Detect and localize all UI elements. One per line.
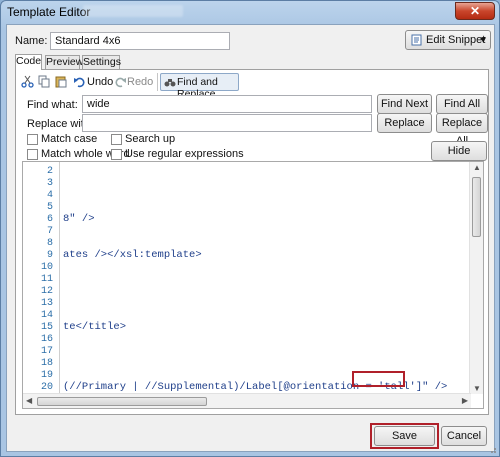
match-whole-word-checkbox[interactable] bbox=[27, 149, 38, 160]
line-number: 11 bbox=[40, 274, 53, 285]
line-number: 7 bbox=[46, 226, 53, 237]
line-number: 13 bbox=[40, 298, 53, 309]
find-what-input[interactable]: wide bbox=[82, 95, 372, 113]
line-number: 9 bbox=[46, 250, 53, 261]
chevron-down-icon: ▾ bbox=[480, 34, 486, 46]
line-number: 20 bbox=[40, 382, 53, 393]
line-number: 19 bbox=[40, 370, 53, 381]
close-button[interactable]: ✕ bbox=[455, 2, 495, 20]
title-bar[interactable]: Template Editor ✕ bbox=[1, 1, 499, 23]
redo-button[interactable]: Redo bbox=[127, 74, 153, 90]
use-regex-label: Use regular expressions bbox=[125, 148, 244, 160]
replace-button[interactable]: Replace bbox=[377, 113, 432, 133]
find-what-label: Find what: bbox=[27, 99, 78, 111]
line-number: 8 bbox=[46, 238, 53, 249]
name-input[interactable]: Standard 4x6 bbox=[50, 32, 230, 50]
toolbar-divider bbox=[157, 73, 158, 91]
highlight-annotation bbox=[352, 371, 405, 387]
paste-icon[interactable] bbox=[55, 75, 68, 88]
code-line: te</title> bbox=[63, 321, 127, 333]
cut-icon[interactable] bbox=[21, 75, 34, 88]
use-regex-checkbox[interactable] bbox=[111, 149, 122, 160]
vertical-scrollbar[interactable]: ▲ ▼ bbox=[469, 162, 483, 394]
cancel-button[interactable]: Cancel bbox=[441, 426, 487, 446]
search-up-checkbox[interactable] bbox=[111, 134, 122, 145]
replace-all-button[interactable]: Replace All bbox=[436, 113, 488, 147]
tab-code[interactable]: Code bbox=[15, 54, 42, 70]
match-case-checkbox[interactable] bbox=[27, 134, 38, 145]
vertical-scroll-thumb[interactable] bbox=[472, 177, 481, 237]
gutter-divider bbox=[59, 162, 60, 394]
line-number: 6 bbox=[46, 214, 53, 225]
find-next-button[interactable]: Find Next bbox=[377, 94, 432, 114]
line-number: 15 bbox=[40, 322, 53, 333]
tab-preview[interactable]: Preview bbox=[45, 55, 83, 70]
line-number: 14 bbox=[40, 310, 53, 321]
binoculars-icon bbox=[164, 79, 176, 87]
line-number-gutter: 2 3 4 5 6 7 8 9 10 11 12 13 14 15 16 17 … bbox=[23, 162, 57, 405]
line-number: 4 bbox=[46, 190, 53, 201]
hide-button[interactable]: Hide bbox=[431, 141, 487, 161]
line-number: 5 bbox=[46, 202, 53, 213]
template-editor-window: Template Editor ✕ Name: Standard 4x6 Edi… bbox=[0, 0, 500, 457]
snippet-icon bbox=[411, 34, 422, 46]
resize-grip-icon[interactable] bbox=[487, 444, 497, 454]
horizontal-scroll-thumb[interactable] bbox=[37, 397, 207, 406]
match-case-label: Match case bbox=[41, 133, 98, 145]
blurred-title-text bbox=[83, 5, 183, 17]
horizontal-scrollbar[interactable]: ◀ ▶ bbox=[23, 393, 471, 408]
line-number: 2 bbox=[46, 166, 53, 177]
line-number: 18 bbox=[40, 358, 53, 369]
undo-button[interactable]: Undo bbox=[87, 74, 113, 90]
scroll-down-icon[interactable]: ▼ bbox=[473, 384, 481, 393]
code-line: ates /></xsl:template> bbox=[63, 249, 202, 261]
search-up-label: Search up bbox=[125, 133, 176, 145]
edit-snippet-button[interactable]: Edit Snippet ▾ bbox=[405, 30, 491, 50]
redo-icon bbox=[115, 77, 126, 88]
scroll-up-icon[interactable]: ▲ bbox=[473, 163, 481, 172]
copy-icon[interactable] bbox=[38, 75, 51, 88]
edit-snippet-label: Edit Snippet bbox=[426, 34, 486, 46]
line-number: 10 bbox=[40, 262, 53, 273]
code-line: 8" /> bbox=[63, 213, 95, 225]
undo-icon bbox=[74, 77, 85, 88]
line-number: 3 bbox=[46, 178, 53, 189]
line-number: 12 bbox=[40, 286, 53, 297]
tab-settings[interactable]: Settings bbox=[82, 55, 121, 70]
line-number: 17 bbox=[40, 346, 53, 357]
code-editor[interactable]: 2 3 4 5 6 7 8 9 10 11 12 13 14 15 16 17 … bbox=[22, 161, 484, 409]
window-title: Template Editor bbox=[7, 5, 91, 19]
save-highlight-annotation bbox=[370, 423, 439, 449]
find-replace-toggle[interactable]: Find and Replace bbox=[160, 73, 239, 100]
scroll-left-icon[interactable]: ◀ bbox=[26, 396, 32, 405]
find-all-button[interactable]: Find All bbox=[436, 94, 488, 114]
line-number: 16 bbox=[40, 334, 53, 345]
scroll-right-icon[interactable]: ▶ bbox=[462, 396, 468, 405]
replace-with-input[interactable] bbox=[82, 114, 372, 132]
name-label: Name: bbox=[15, 35, 48, 47]
